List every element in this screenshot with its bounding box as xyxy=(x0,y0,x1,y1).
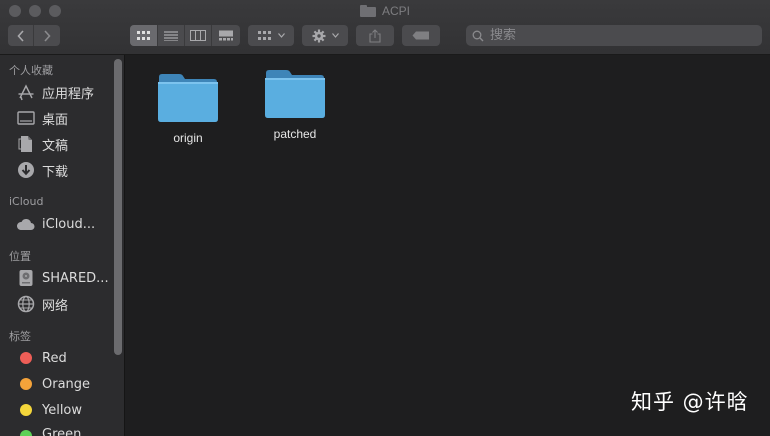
search-input[interactable] xyxy=(490,28,740,43)
window-title-text: ACPI xyxy=(381,4,410,18)
sidebar-item-label: Orange xyxy=(42,376,91,392)
locations-heading: 位置 xyxy=(9,250,31,263)
sidebar-item-label: Yellow xyxy=(42,402,83,418)
network-icon xyxy=(16,295,35,314)
search-icon xyxy=(472,30,484,41)
favorites-heading: 个人收藏 xyxy=(9,64,53,77)
share-icon xyxy=(369,28,381,43)
sidebar-tag-yellow[interactable]: Yellow xyxy=(16,399,116,421)
list-view-icon xyxy=(164,30,178,41)
desktop-icon xyxy=(16,109,35,128)
folder-icon xyxy=(158,74,218,122)
sidebar-item-label: 网络 xyxy=(42,298,69,314)
gallery-view-icon xyxy=(219,30,233,41)
sidebar-tag-red[interactable]: Red xyxy=(16,347,116,369)
folder-item-patched[interactable]: patched xyxy=(250,69,340,141)
sidebar-item-label: Red xyxy=(42,350,67,366)
drive-icon xyxy=(16,269,35,288)
action-menu-button[interactable] xyxy=(302,25,348,46)
folder-icon xyxy=(265,70,325,118)
sidebar-item-label: Green xyxy=(42,427,82,436)
icloud-heading: iCloud xyxy=(9,195,44,208)
share-button[interactable] xyxy=(356,25,394,46)
chevron-down-icon xyxy=(331,33,339,38)
folder-icon xyxy=(359,5,376,17)
sidebar-tag-green[interactable]: Green xyxy=(16,425,116,436)
forward-button[interactable] xyxy=(34,25,60,46)
file-browser-content: origin patched xyxy=(126,55,770,436)
sidebar: 个人收藏 应用程序 桌面 文稿 下载 iCloud iCloud... 位置 S… xyxy=(0,55,125,436)
sidebar-item-desktop[interactable]: 桌面 xyxy=(16,107,116,129)
gallery-view-button[interactable] xyxy=(212,25,240,46)
chevron-right-icon xyxy=(44,29,51,42)
folder-item-origin[interactable]: origin xyxy=(143,73,233,145)
sidebar-item-shared-drive[interactable]: SHARED... xyxy=(16,267,116,289)
folder-name: patched xyxy=(273,127,317,141)
yellow-tag-dot xyxy=(20,404,32,416)
folder-name: origin xyxy=(173,131,203,145)
icon-view-icon xyxy=(136,30,150,40)
orange-tag-dot xyxy=(20,378,32,390)
sidebar-item-applications[interactable]: 应用程序 xyxy=(16,81,116,103)
window-toolbar: ACPI xyxy=(0,0,770,55)
group-by-button[interactable] xyxy=(248,25,294,46)
back-forward-control xyxy=(8,25,60,46)
back-button[interactable] xyxy=(8,25,34,46)
search-field[interactable] xyxy=(466,25,762,46)
group-icon xyxy=(257,30,271,40)
watermark-text: 知乎 @许晗 xyxy=(631,390,749,414)
window-title: ACPI xyxy=(0,3,770,19)
sidebar-tag-orange[interactable]: Orange xyxy=(16,373,116,395)
list-view-button[interactable] xyxy=(158,25,185,46)
downloads-icon xyxy=(16,161,35,180)
tags-heading: 标签 xyxy=(9,330,31,343)
applications-icon xyxy=(16,83,35,102)
cloud-icon xyxy=(16,215,35,234)
sidebar-item-network[interactable]: 网络 xyxy=(16,293,116,315)
sidebar-item-label: 文稿 xyxy=(42,138,69,154)
sidebar-item-documents[interactable]: 文稿 xyxy=(16,133,116,155)
chevron-down-icon xyxy=(277,33,285,38)
column-view-button[interactable] xyxy=(185,25,212,46)
gear-icon xyxy=(312,29,325,42)
icon-view-button[interactable] xyxy=(130,25,158,46)
chevron-left-icon xyxy=(16,29,24,42)
red-tag-dot xyxy=(20,352,32,364)
documents-icon xyxy=(16,135,35,154)
tag-button[interactable] xyxy=(402,25,440,46)
column-view-icon xyxy=(190,30,206,41)
sidebar-item-icloud-drive[interactable]: iCloud... xyxy=(16,213,116,235)
sidebar-item-downloads[interactable]: 下载 xyxy=(16,159,116,181)
sidebar-item-label: 下载 xyxy=(42,164,69,180)
sidebar-item-label: iCloud... xyxy=(42,216,96,232)
sidebar-item-label: SHARED... xyxy=(42,270,109,286)
sidebar-item-label: 桌面 xyxy=(42,112,69,128)
view-mode-control xyxy=(130,25,240,46)
green-tag-dot xyxy=(20,430,32,436)
sidebar-item-label: 应用程序 xyxy=(42,86,95,102)
tag-icon xyxy=(412,31,429,40)
sidebar-scrollbar[interactable] xyxy=(114,59,122,355)
